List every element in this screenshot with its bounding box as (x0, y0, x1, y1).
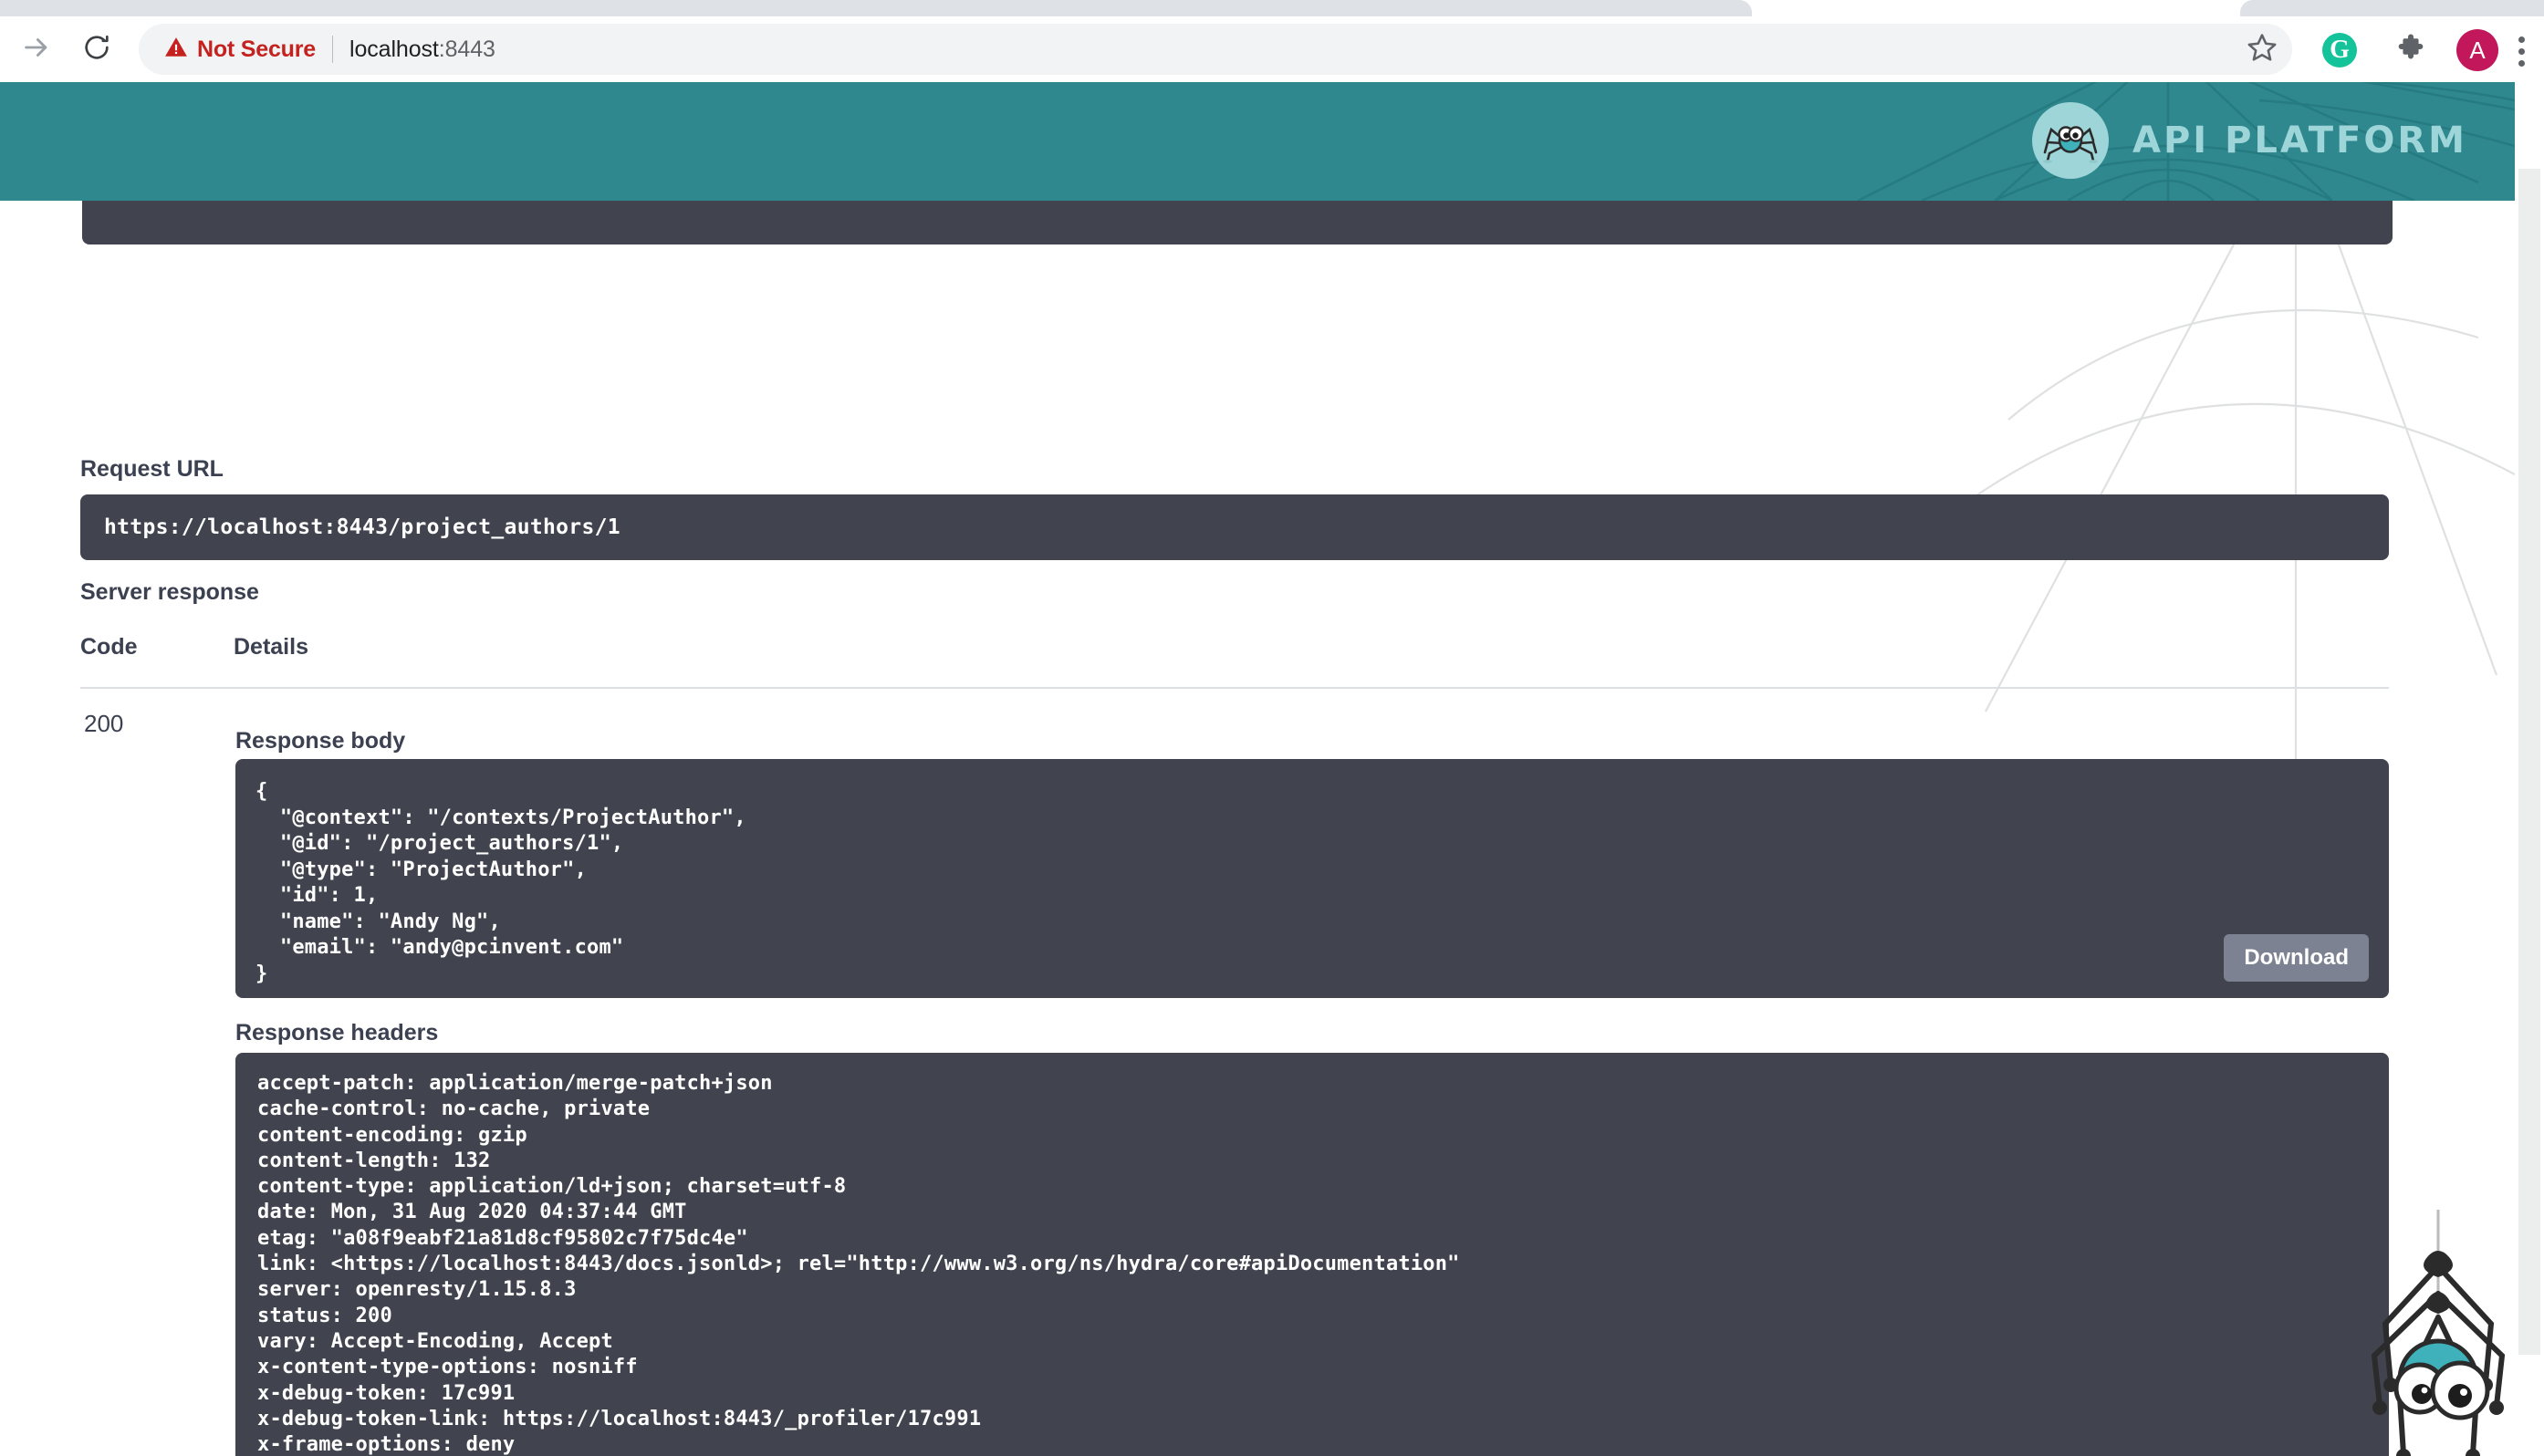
brand-title: API PLATFORM (2132, 120, 2467, 161)
kebab-dot-1 (2518, 36, 2525, 43)
forward-button[interactable] (13, 26, 60, 73)
scrollbar-thumb[interactable] (2518, 169, 2540, 1355)
browser-menu-button[interactable] (2508, 33, 2535, 69)
reload-icon (82, 33, 111, 67)
kebab-dot-3 (2518, 59, 2525, 67)
response-body-panel: { "@context": "/contexts/ProjectAuthor",… (235, 759, 2389, 998)
swagger-operation-content: Request URL https://localhost:8443/proje… (0, 201, 2515, 1456)
server-response-title: Server response (80, 579, 259, 605)
table-divider (80, 687, 2389, 689)
spider-icon (2043, 126, 2099, 163)
browser-tab-inactive[interactable] (0, 0, 1752, 16)
url-text[interactable]: localhost:8443 (349, 36, 495, 63)
request-url-panel: https://localhost:8443/project_authors/1 (80, 494, 2389, 560)
request-url-label: Request URL (80, 456, 224, 482)
profile-avatar-button[interactable]: A (2456, 29, 2498, 71)
browser-tab-active[interactable] (1752, 0, 2245, 16)
url-host: localhost (349, 36, 439, 62)
response-headers-label: Response headers (235, 1020, 439, 1045)
column-header-details: Details (234, 634, 308, 660)
not-secure-label: Not Secure (197, 36, 316, 62)
browser-chrome: Not Secure localhost:8443 G A (0, 0, 2544, 82)
curl-command-panel (82, 201, 2393, 244)
response-headers-code: accept-patch: application/merge-patch+js… (257, 1072, 1460, 1456)
request-url-value: https://localhost:8443/project_authors/1 (104, 515, 620, 539)
url-port: :8443 (438, 36, 495, 62)
warning-triangle-icon (164, 36, 188, 64)
grammarly-extension-button[interactable]: G (2322, 33, 2357, 68)
bookmark-button[interactable] (2240, 27, 2284, 71)
star-icon (2247, 32, 2278, 68)
page-viewport: API PLATFORM Request URL https://localho… (0, 82, 2544, 1456)
response-status-code: 200 (84, 710, 124, 737)
download-button[interactable]: Download (2224, 934, 2369, 982)
kebab-dot-2 (2518, 47, 2525, 55)
browser-tab-inactive-2[interactable] (2240, 0, 2544, 16)
browser-tabstrip (0, 0, 2544, 16)
vertical-scrollbar[interactable] (2515, 82, 2544, 1456)
forward-arrow-icon (21, 32, 52, 68)
response-headers-panel: accept-patch: application/merge-patch+js… (235, 1053, 2389, 1456)
avatar: A (2456, 29, 2498, 71)
brand[interactable]: API PLATFORM (2032, 102, 2467, 179)
grammarly-icon: G (2322, 33, 2357, 68)
response-body-code: { "@context": "/contexts/ProjectAuthor",… (255, 780, 746, 985)
reload-button[interactable] (73, 26, 120, 73)
column-header-code: Code (80, 634, 138, 660)
api-platform-spider-logo (2032, 102, 2110, 179)
browser-toolbar: Not Secure localhost:8443 G A (0, 16, 2544, 82)
security-status[interactable]: Not Secure (139, 36, 316, 64)
omnibox-divider (331, 36, 333, 63)
extensions-button[interactable] (2391, 31, 2431, 71)
address-bar[interactable]: Not Secure localhost:8443 (139, 24, 2292, 75)
puzzle-piece-icon (2394, 33, 2427, 70)
response-body-label: Response body (235, 728, 406, 754)
api-platform-header: API PLATFORM (0, 82, 2515, 201)
